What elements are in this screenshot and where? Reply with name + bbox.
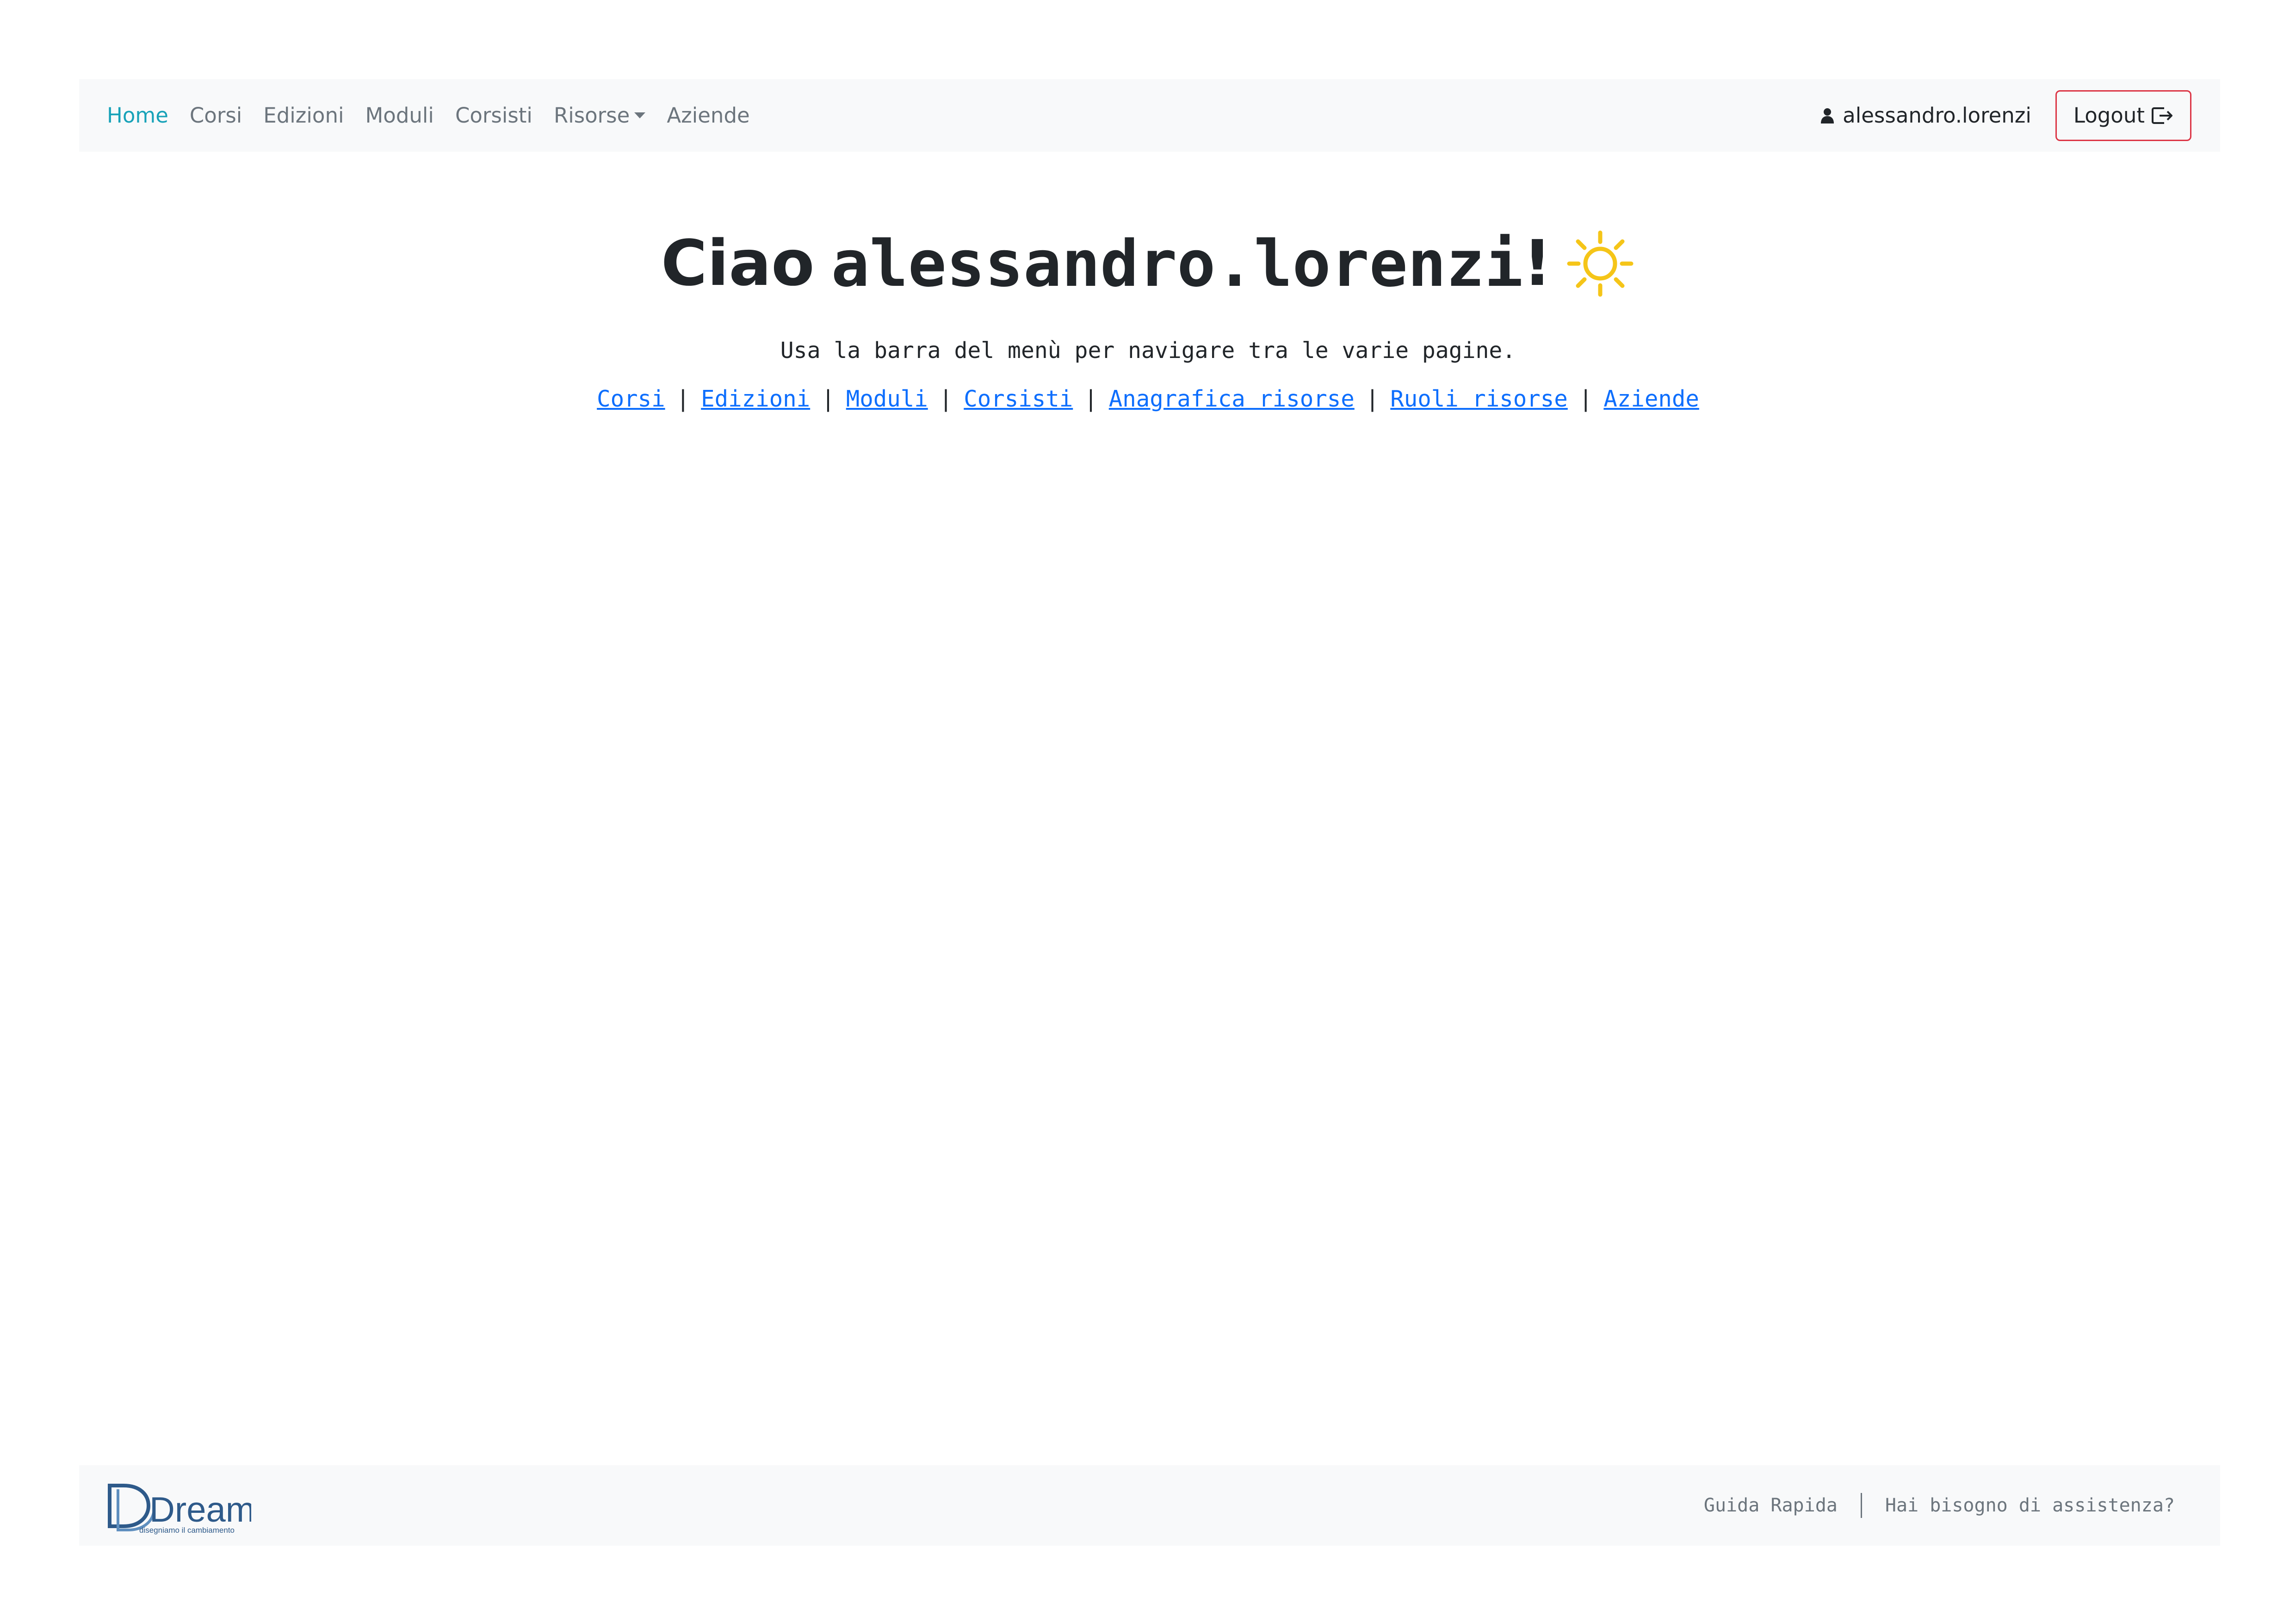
nav-item-risorse-dropdown[interactable]: Risorse: [553, 103, 646, 128]
nav-links: Home Corsi Edizioni Moduli Corsisti Riso…: [107, 103, 750, 128]
quick-link-moduli[interactable]: Moduli: [846, 386, 928, 412]
quick-link-anagrafica-risorse[interactable]: Anagrafica risorse: [1109, 386, 1355, 412]
link-separator: |: [1365, 386, 1380, 412]
logout-button[interactable]: Logout: [2055, 90, 2191, 141]
nav-item-edizioni[interactable]: Edizioni: [263, 103, 344, 128]
link-separator: |: [939, 386, 953, 412]
quick-link-ruoli-risorse[interactable]: Ruoli risorse: [1390, 386, 1568, 412]
main-content: Ciao alessandro.lorenzi! Usa la barra del…: [0, 213, 2296, 413]
assistenza-link[interactable]: Hai bisogno di assistenza?: [1885, 1495, 2175, 1516]
quick-link-corsi[interactable]: Corsi: [597, 386, 665, 412]
logo-wordmark: Dream: [149, 1490, 251, 1529]
nav-right: alessandro.lorenzi Logout: [1820, 90, 2191, 141]
footer-divider: [1860, 1493, 1862, 1518]
link-separator: |: [1578, 386, 1593, 412]
nav-item-risorse-label: Risorse: [553, 103, 630, 128]
logo-tagline: disegniamo il cambiamento: [139, 1526, 235, 1535]
link-separator: |: [1084, 386, 1098, 412]
nav-item-corsi[interactable]: Corsi: [190, 103, 242, 128]
link-separator: |: [676, 386, 690, 412]
navbar: Home Corsi Edizioni Moduli Corsisti Riso…: [79, 79, 2220, 152]
quick-link-aziende[interactable]: Aziende: [1603, 386, 1699, 412]
logout-icon: [2151, 106, 2174, 125]
nav-item-home[interactable]: Home: [107, 103, 168, 128]
instructions-text: Usa la barra del menù per navigare tra l…: [780, 338, 1516, 364]
username-label: alessandro.lorenzi: [1843, 103, 2031, 128]
nav-item-moduli[interactable]: Moduli: [365, 103, 433, 128]
quick-link-edizioni[interactable]: Edizioni: [701, 386, 810, 412]
link-separator: |: [821, 386, 835, 412]
logout-label: Logout: [2073, 103, 2145, 128]
nav-item-aziende[interactable]: Aziende: [667, 103, 749, 128]
greeting-heading: Ciao alessandro.lorenzi!: [0, 213, 2296, 315]
greeting-word: Ciao: [661, 227, 815, 300]
nav-item-corsisti[interactable]: Corsisti: [455, 103, 532, 128]
footer: Dream disegniamo il cambiamento Guida Ra…: [79, 1465, 2220, 1546]
greeting-username: alessandro.lorenzi: [831, 226, 1523, 301]
guida-rapida-link[interactable]: Guida Rapida: [1704, 1495, 1838, 1516]
user-info: alessandro.lorenzi: [1820, 103, 2031, 128]
quick-links: Corsi | Edizioni | Moduli | Corsisti | Anagrafic…: [0, 386, 2296, 412]
dream-logo[interactable]: Dream disegniamo il cambiamento: [103, 1475, 251, 1536]
user-icon: [1820, 108, 1834, 123]
greeting-exclamation: !: [1523, 227, 1552, 300]
sun-icon: [1566, 229, 1635, 298]
caret-down-icon: [634, 112, 646, 118]
footer-links: Guida Rapida Hai bisogno di assistenza?: [1704, 1493, 2175, 1518]
quick-link-corsisti[interactable]: Corsisti: [964, 386, 1073, 412]
